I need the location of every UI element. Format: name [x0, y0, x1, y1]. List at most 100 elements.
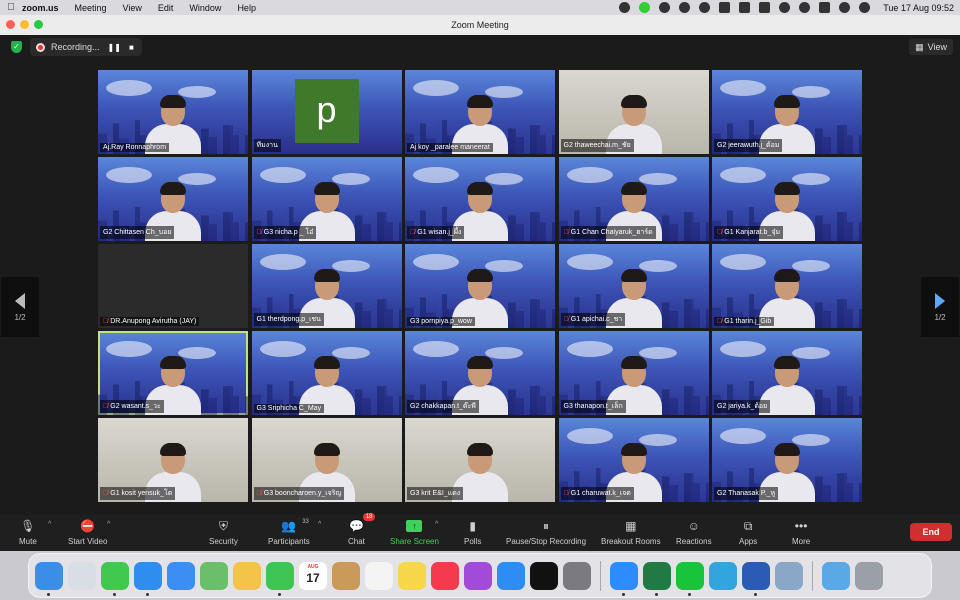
previous-page-button[interactable]: 1/2: [1, 277, 39, 337]
search-icon[interactable]: [799, 2, 811, 13]
participant-tile[interactable]: G2 Chittasen Ch_บอย: [98, 157, 248, 241]
participant-name-label: G3 pornpiya.p_wow: [407, 317, 475, 326]
apple-menu-icon[interactable]: : [0, 2, 22, 13]
participant-name: G3 Sriphicha C_May: [256, 405, 322, 412]
next-page-button[interactable]: 1/2: [921, 277, 959, 337]
launchpad-icon[interactable]: [68, 561, 96, 590]
line-icon[interactable]: [676, 561, 704, 596]
participant-tile[interactable]: Aj.Ray Ronnaphrom: [98, 70, 248, 154]
security-shield-icon[interactable]: ✓: [11, 41, 22, 53]
podcasts-icon[interactable]: [464, 561, 492, 590]
menu-help[interactable]: Help: [237, 3, 256, 13]
word-icon[interactable]: [742, 561, 770, 596]
participant-tile[interactable]: G2 chakkapan.t_ต๊ะพี: [405, 331, 555, 415]
participant-tile[interactable]: p ทีมงาน: [251, 70, 402, 154]
participant-tile[interactable]: 🎙̸ DR.Anupong Avirutha (JAY): [98, 244, 248, 328]
participant-tile[interactable]: G2 jariya.k_ต้อย: [712, 331, 862, 415]
participant-tile[interactable]: 🎙̸ G1 tharin.j_Gib: [712, 244, 862, 328]
maps-icon[interactable]: [200, 561, 228, 590]
pen-status-icon[interactable]: [699, 2, 711, 13]
participant-tile[interactable]: G3 Sriphicha C_May: [251, 331, 402, 415]
share-options-caret[interactable]: ^: [435, 521, 438, 528]
record-status-icon[interactable]: [659, 2, 671, 13]
participant-tile[interactable]: 🎙̸ G1 kosit yensuk_โต: [98, 418, 248, 502]
participant-tile[interactable]: G2 Thanasak P._หู: [712, 418, 862, 502]
menu-view[interactable]: View: [123, 3, 142, 13]
participant-tile[interactable]: 🎙̸ G1 apichai.c_ชา: [558, 244, 709, 328]
wifi-icon[interactable]: [779, 2, 791, 13]
share-screen-button[interactable]: ↑ Share Screen: [390, 518, 439, 546]
participant-tile[interactable]: 🎙̸ G1 Kanjarat.b_จุ๋ม: [712, 157, 862, 241]
menubar-clock[interactable]: Tue 17 Aug 09:52: [883, 3, 954, 13]
close-window-button[interactable]: [6, 20, 15, 29]
downloads-icon[interactable]: [822, 561, 850, 590]
user-status-icon[interactable]: [839, 2, 851, 13]
reactions-button[interactable]: ☺ Reactions: [676, 518, 712, 546]
messages-icon[interactable]: [101, 561, 129, 596]
end-meeting-button[interactable]: End: [910, 523, 952, 541]
stop-recording-icon[interactable]: ■: [129, 43, 134, 52]
participant-tile[interactable]: 🎙̸ G1 charuwat.k_เจต: [558, 418, 709, 502]
siri-icon[interactable]: [859, 2, 871, 13]
chat-button[interactable]: 💬 18 Chat: [348, 513, 376, 546]
document-status-icon[interactable]: [719, 2, 731, 13]
more-button[interactable]: ••• More: [792, 518, 810, 546]
line-status-icon[interactable]: [639, 2, 651, 13]
photos-icon[interactable]: [233, 561, 261, 590]
tv-icon[interactable]: [530, 561, 558, 590]
participant-tile[interactable]: 🎙̸ G3 nicha.p _ โอ๋: [251, 157, 402, 241]
mute-button[interactable]: 🎙 Mute: [19, 518, 37, 546]
participant-tile[interactable]: G3 krit E&I_แดง: [405, 418, 555, 502]
minimize-window-button[interactable]: [20, 20, 29, 29]
participant-tile[interactable]: 🎙̸ G1 wisan.j_ผึ้ง: [405, 157, 555, 241]
system-preferences-icon[interactable]: [563, 561, 591, 590]
menu-window[interactable]: Window: [189, 3, 221, 13]
apps-button[interactable]: ⧉ Apps: [739, 518, 757, 547]
battery-icon[interactable]: [759, 2, 771, 13]
menu-app-zoom[interactable]: zoom.us: [22, 3, 59, 13]
finder-icon[interactable]: [35, 561, 63, 596]
start-video-button[interactable]: ⛔ Start Video: [68, 518, 107, 546]
reminders-icon[interactable]: [365, 561, 393, 590]
excel-icon[interactable]: [643, 561, 671, 596]
participant-tile[interactable]: G2 thaweechai.m_ชัย: [558, 70, 709, 154]
t-status-icon[interactable]: [739, 2, 751, 13]
zoom-icon[interactable]: [610, 561, 638, 596]
participant-name: G3 pornpiya.p_wow: [410, 318, 472, 325]
pause-stop-recording-button[interactable]: ⏸ Pause/Stop Recording: [506, 518, 586, 547]
participant-tile[interactable]: 🎙̸ G1 Chan Chaiyaruk_ฮาร์ด: [558, 157, 709, 241]
contacts-icon[interactable]: [332, 561, 360, 590]
participant-tile[interactable]: G3 thanapon.t_เล็ก: [558, 331, 709, 415]
participant-tile[interactable]: 🎙̸ G2 wasant.s_วะ: [98, 331, 248, 415]
audio-options-caret[interactable]: ^: [48, 521, 51, 528]
preview-icon[interactable]: [775, 561, 803, 590]
security-button[interactable]: ⛨ Security: [209, 518, 238, 547]
safari-icon[interactable]: [134, 561, 162, 596]
participants-options-caret[interactable]: ^: [318, 521, 321, 528]
participants-button[interactable]: 👥 33 Participants: [268, 518, 310, 546]
app-store-icon[interactable]: [497, 561, 525, 590]
view-button[interactable]: ▦ View: [909, 39, 953, 55]
compass-status-icon[interactable]: [679, 2, 691, 13]
control-center-icon[interactable]: [819, 2, 831, 13]
menu-edit[interactable]: Edit: [158, 3, 174, 13]
polls-button[interactable]: ▮ Polls: [464, 518, 481, 546]
notes-icon[interactable]: [398, 561, 426, 590]
trash-icon[interactable]: [855, 561, 883, 590]
pause-recording-icon[interactable]: ❚❚: [108, 43, 121, 52]
participant-tile[interactable]: G1 therdpong.p_เชน: [251, 244, 402, 328]
menu-meeting[interactable]: Meeting: [75, 3, 107, 13]
calendar-icon[interactable]: AUG 17: [299, 561, 327, 590]
breakout-rooms-button[interactable]: ▦ Breakout Rooms: [601, 518, 661, 546]
zoom-window-button[interactable]: [34, 20, 43, 29]
participant-tile[interactable]: Aj koy _paralee maneerat: [405, 70, 555, 154]
telegram-icon[interactable]: [709, 561, 737, 590]
facetime-icon[interactable]: [266, 561, 294, 596]
participant-tile[interactable]: G2 jeerawuth.j_ต้อม: [712, 70, 862, 154]
participant-tile[interactable]: G3 pornpiya.p_wow: [405, 244, 555, 328]
zoom-status-icon[interactable]: [619, 2, 631, 13]
mail-icon[interactable]: [167, 561, 195, 590]
music-icon[interactable]: [431, 561, 459, 590]
video-options-caret[interactable]: ^: [107, 521, 110, 528]
participant-tile[interactable]: 🎙̸ G3 booncharoen.y_เจริญ: [251, 418, 402, 502]
